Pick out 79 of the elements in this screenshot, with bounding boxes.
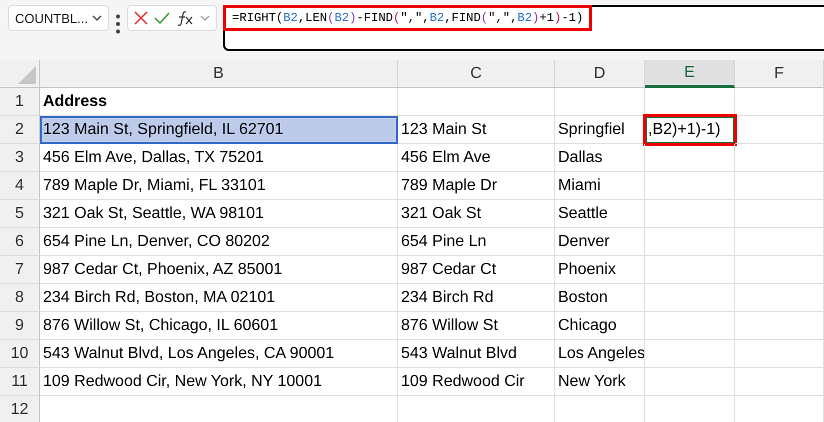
table-cell[interactable]	[735, 200, 824, 228]
table-cell[interactable]	[735, 172, 824, 200]
table-cell[interactable]: 987 Cedar Ct, Phoenix, AZ 85001	[40, 256, 398, 284]
table-cell[interactable]: 876 Willow St, Chicago, IL 60601	[40, 312, 398, 340]
check-icon[interactable]	[154, 12, 170, 24]
table-cell[interactable]	[735, 340, 824, 368]
table-cell[interactable]: 543 Walnut Blvd, Los Angeles, CA 90001	[40, 340, 398, 368]
table-cell[interactable]	[735, 256, 824, 284]
table-cell[interactable]: 987 Cedar Ct	[398, 256, 555, 284]
table-cell[interactable]	[645, 200, 735, 228]
table-cell[interactable]	[735, 116, 824, 144]
table-cell[interactable]: 109 Redwood Cir	[398, 368, 555, 396]
table-cell[interactable]: 321 Oak St	[398, 200, 555, 228]
table-cell[interactable]: 123 Main St	[398, 116, 555, 144]
table-cell[interactable]	[735, 228, 824, 256]
function-icon[interactable]	[176, 10, 194, 26]
table-cell[interactable]: 456 Elm Ave, Dallas, TX 75201	[40, 144, 398, 172]
caret-icon	[200, 15, 210, 21]
table-cell[interactable]: New York	[555, 368, 645, 396]
table-cell[interactable]: 654 Pine Ln	[398, 228, 555, 256]
table-cell[interactable]: 654 Pine Ln, Denver, CO 80202	[40, 228, 398, 256]
column-header[interactable]: C	[398, 60, 555, 88]
table-cell[interactable]	[398, 88, 555, 116]
row-header[interactable]: 12	[0, 396, 40, 422]
table-cell[interactable]: 543 Walnut Blvd	[398, 340, 555, 368]
table-cell[interactable]	[645, 312, 735, 340]
row-header[interactable]: 7	[0, 256, 40, 284]
table-cell[interactable]	[735, 144, 824, 172]
table-cell[interactable]: Denver	[555, 228, 645, 256]
formula-field[interactable]: =RIGHT(B2,LEN(B2)-FIND(",",B2,FIND(",",B2)+1)-1)	[223, 5, 824, 51]
select-all-icon[interactable]	[18, 66, 36, 84]
table-cell[interactable]: Phoenix	[555, 256, 645, 284]
table-cell[interactable]	[645, 256, 735, 284]
table-cell[interactable]	[735, 284, 824, 312]
active-cell[interactable]: ,B2)+1)-1)	[645, 116, 735, 144]
table-cell[interactable]	[735, 368, 824, 396]
name-box[interactable]: COUNTBL...	[8, 5, 109, 31]
table-cell[interactable]: Dallas	[555, 144, 645, 172]
table-cell[interactable]: Miami	[555, 172, 645, 200]
table-cell[interactable]	[645, 368, 735, 396]
selected-cell[interactable]: 123 Main St, Springfield, IL 62701	[40, 116, 398, 144]
row-header[interactable]: 11	[0, 368, 40, 396]
row-header[interactable]: 6	[0, 228, 40, 256]
table-cell[interactable]: Seattle	[555, 200, 645, 228]
row-header[interactable]: 2	[0, 116, 40, 144]
table-cell[interactable]: 789 Maple Dr, Miami, FL 33101	[40, 172, 398, 200]
table-cell[interactable]: Boston	[555, 284, 645, 312]
table-cell[interactable]: 789 Maple Dr	[398, 172, 555, 200]
row-header[interactable]: 9	[0, 312, 40, 340]
table-cell[interactable]: 876 Willow St	[398, 312, 555, 340]
column-header[interactable]: F	[735, 60, 824, 88]
row-header[interactable]: 5	[0, 200, 40, 228]
table-cell[interactable]	[735, 88, 824, 116]
table-cell[interactable]	[645, 144, 735, 172]
table-cell[interactable]: 234 Birch Rd, Boston, MA 02101	[40, 284, 398, 312]
row-header[interactable]: 4	[0, 172, 40, 200]
highlight-box: =RIGHT(B2,LEN(B2)-FIND(",",B2,FIND(",",B2)+1)-1)	[223, 5, 592, 31]
table-cell[interactable]: Springfiel	[555, 116, 645, 144]
column-header[interactable]: D	[555, 60, 645, 88]
column-header[interactable]: B	[40, 60, 398, 88]
caret-icon	[92, 15, 102, 21]
table-cell[interactable]: Chicago	[555, 312, 645, 340]
table-cell[interactable]	[645, 340, 735, 368]
table-cell[interactable]: 234 Birch Rd	[398, 284, 555, 312]
table-cell[interactable]	[645, 228, 735, 256]
row-header[interactable]: 1	[0, 88, 40, 116]
table-cell[interactable]	[555, 88, 645, 116]
cancel-icon[interactable]	[134, 11, 148, 25]
row-header[interactable]: 3	[0, 144, 40, 172]
table-cell[interactable]: 321 Oak St, Seattle, WA 98101	[40, 200, 398, 228]
table-cell[interactable]	[645, 172, 735, 200]
row-header[interactable]: 10	[0, 340, 40, 368]
table-cell[interactable]: 456 Elm Ave	[398, 144, 555, 172]
table-cell[interactable]	[735, 312, 824, 340]
name-box-text: COUNTBL...	[15, 10, 88, 26]
table-cell[interactable]: 109 Redwood Cir, New York, NY 10001	[40, 368, 398, 396]
row-header[interactable]: 8	[0, 284, 40, 312]
table-cell[interactable]	[645, 284, 735, 312]
column-header[interactable]: E	[645, 60, 735, 88]
